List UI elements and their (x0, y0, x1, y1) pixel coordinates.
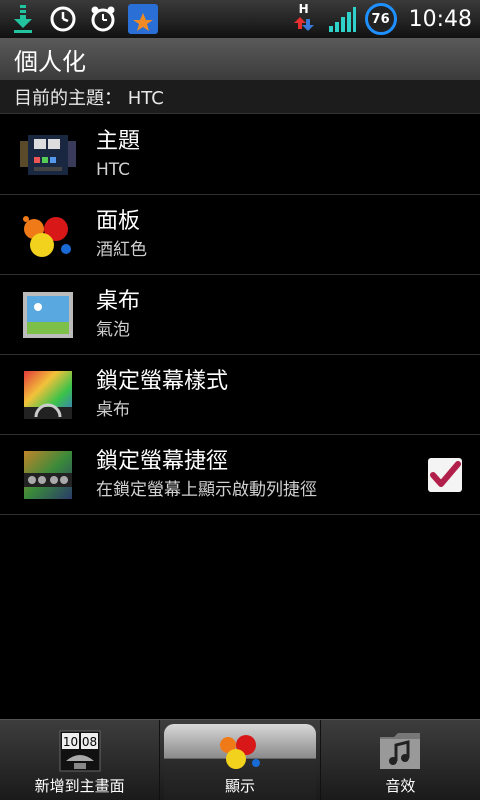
list-item-title: 桌布 (96, 288, 141, 314)
data-network-icon: H (289, 2, 319, 34)
list-item-subtitle: 在鎖定螢幕上顯示啟動列捷徑 (96, 479, 317, 500)
lockscreen-shortcut-checkbox[interactable] (428, 457, 462, 492)
list-item-title: 鎖定螢幕樣式 (96, 368, 229, 394)
current-theme-label: 目前的主題： HTC (0, 80, 480, 114)
clock-app-icon (48, 4, 78, 34)
list-item-lockscreen-shortcut[interactable]: 鎖定螢幕捷徑 在鎖定螢幕上顯示啟動列捷徑 (0, 435, 480, 515)
list-item-lockscreen-style[interactable]: 鎖定螢幕樣式 桌布 (0, 355, 480, 435)
list-item-subtitle: 桌布 (96, 399, 130, 420)
tab-label: 顯示 (224, 777, 255, 795)
add-to-home-icon: 10 08 (56, 729, 104, 773)
list-item-subtitle: 氣泡 (96, 319, 130, 340)
battery-level: 76 (371, 11, 390, 27)
tab-label: 音效 (385, 777, 416, 795)
list-item-title: 主題 (96, 128, 141, 154)
svg-text:10: 10 (63, 735, 78, 749)
list-item-title: 鎖定螢幕捷徑 (96, 448, 229, 474)
battery-icon: 76 (364, 3, 397, 35)
svg-text:08: 08 (82, 735, 97, 749)
checkmark-icon (430, 460, 461, 487)
tab-sound[interactable]: 音效 (321, 720, 480, 800)
sound-icon (376, 729, 424, 773)
signal-icon (327, 4, 357, 34)
lockscreen-style-icon (20, 367, 76, 423)
list-item-subtitle: 酒紅色 (96, 239, 147, 260)
bottom-tab-bar: 10 08 新增到主畫面 顯示 音效 (0, 719, 480, 800)
status-bar: H 76 10:48 (0, 0, 480, 38)
list-item-theme[interactable]: 主題 HTC (0, 115, 480, 195)
personalize-list: 主題 HTC 面板 酒紅色 桌布 氣泡 鎖定螢幕樣式 桌布 鎖定螢幕捷徑 在鎖定… (0, 115, 480, 515)
app-notification-icon (128, 4, 158, 34)
lockscreen-shortcut-icon (20, 447, 76, 503)
wallpaper-icon (20, 287, 76, 343)
list-item-subtitle: HTC (96, 159, 131, 180)
list-item-title: 面板 (96, 208, 141, 234)
list-item-skin[interactable]: 面板 酒紅色 (0, 195, 480, 275)
status-clock: 10:48 (408, 6, 472, 32)
tab-display[interactable]: 顯示 (160, 720, 321, 800)
skin-paint-icon (20, 207, 76, 263)
tab-label: 新增到主畫面 (34, 777, 125, 795)
download-icon (8, 4, 38, 34)
alarm-icon (88, 4, 118, 34)
display-icon (216, 729, 264, 773)
page-title: 個人化 (0, 38, 480, 80)
list-item-wallpaper[interactable]: 桌布 氣泡 (0, 275, 480, 355)
theme-icon (20, 127, 76, 183)
tab-add-to-home[interactable]: 10 08 新增到主畫面 (0, 720, 161, 800)
